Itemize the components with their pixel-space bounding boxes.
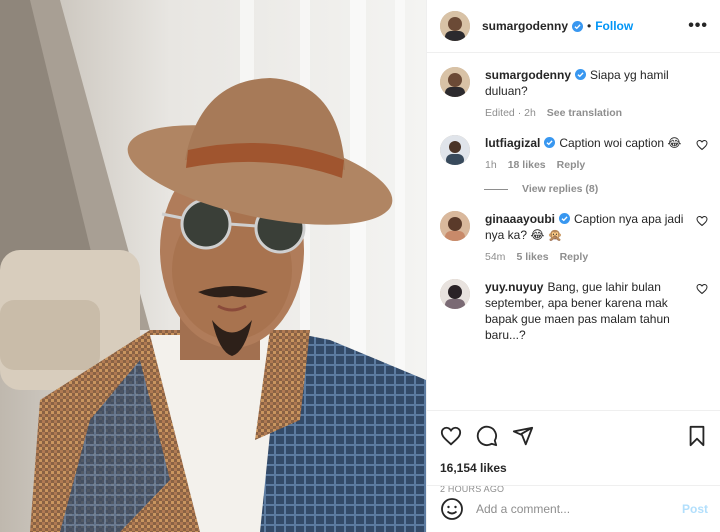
username[interactable]: sumargodenny bbox=[482, 19, 568, 33]
post-side-panel: sumargodenny • Follow ••• sumargodenny Si… bbox=[426, 0, 720, 532]
avatar[interactable] bbox=[440, 135, 470, 165]
avatar[interactable] bbox=[440, 67, 470, 97]
photo-illustration bbox=[0, 0, 426, 532]
comment-username[interactable]: ginaaayoubi bbox=[485, 212, 555, 226]
avatar[interactable] bbox=[440, 211, 470, 241]
comment-text: Caption woi caption 😂 bbox=[559, 136, 682, 150]
verified-badge-icon bbox=[544, 137, 556, 148]
see-translation-link[interactable]: See translation bbox=[547, 107, 622, 119]
add-comment-bar: Post bbox=[427, 485, 720, 532]
replies-divider bbox=[484, 188, 508, 190]
follow-button[interactable]: Follow bbox=[595, 19, 633, 33]
reply-button[interactable]: Reply bbox=[557, 159, 586, 171]
reply-button[interactable]: Reply bbox=[560, 251, 589, 263]
comment-likes[interactable]: 18 likes bbox=[508, 159, 546, 171]
comment-item: lutfiagizal Caption woi caption 😂 1h 18 l… bbox=[440, 135, 708, 171]
like-comment-heart-icon[interactable] bbox=[696, 215, 708, 227]
post-photo[interactable] bbox=[0, 0, 426, 532]
emoji-smiley-icon[interactable] bbox=[440, 497, 464, 521]
comment-likes[interactable]: 5 likes bbox=[516, 251, 548, 263]
comment-item: yuy.nuyuy Bang, gue lahir bulan september… bbox=[440, 279, 708, 343]
like-heart-icon[interactable] bbox=[440, 425, 462, 447]
post-header: sumargodenny • Follow ••• bbox=[427, 0, 720, 53]
comments-list[interactable]: sumargodenny Siapa yg hamil duluan? Edite… bbox=[427, 53, 720, 410]
comment-username[interactable]: yuy.nuyuy bbox=[485, 280, 543, 294]
view-replies-button[interactable]: View replies (8) bbox=[484, 183, 708, 195]
comment-username[interactable]: lutfiagizal bbox=[485, 136, 540, 150]
save-bookmark-icon[interactable] bbox=[686, 425, 708, 447]
post-comment-button[interactable]: Post bbox=[682, 502, 708, 516]
caption-edited: Edited · 2h bbox=[485, 107, 536, 119]
share-paper-plane-icon[interactable] bbox=[512, 425, 534, 447]
separator-dot: • bbox=[587, 19, 592, 33]
verified-badge-icon bbox=[572, 20, 584, 32]
like-comment-heart-icon[interactable] bbox=[696, 283, 708, 295]
avatar[interactable] bbox=[440, 279, 470, 309]
avatar[interactable] bbox=[440, 11, 470, 41]
verified-badge-icon bbox=[559, 213, 571, 224]
comment-input[interactable] bbox=[476, 502, 682, 516]
comment-time: 54m bbox=[485, 251, 506, 263]
comment-bubble-icon[interactable] bbox=[476, 425, 498, 447]
caption-username[interactable]: sumargodenny bbox=[485, 68, 571, 82]
view-replies-label: View replies (8) bbox=[522, 183, 599, 195]
more-options-icon[interactable]: ••• bbox=[688, 17, 708, 35]
caption: sumargodenny Siapa yg hamil duluan? Edite… bbox=[440, 67, 708, 119]
post-dialog: sumargodenny • Follow ••• sumargodenny Si… bbox=[0, 0, 720, 532]
verified-badge-icon bbox=[575, 69, 587, 80]
comment-item: ginaaayoubi Caption nya apa jadi nya ka? … bbox=[440, 211, 708, 263]
like-comment-heart-icon[interactable] bbox=[696, 139, 708, 151]
likes-count[interactable]: 16,154 likes bbox=[440, 461, 708, 475]
comment-time: 1h bbox=[485, 159, 497, 171]
